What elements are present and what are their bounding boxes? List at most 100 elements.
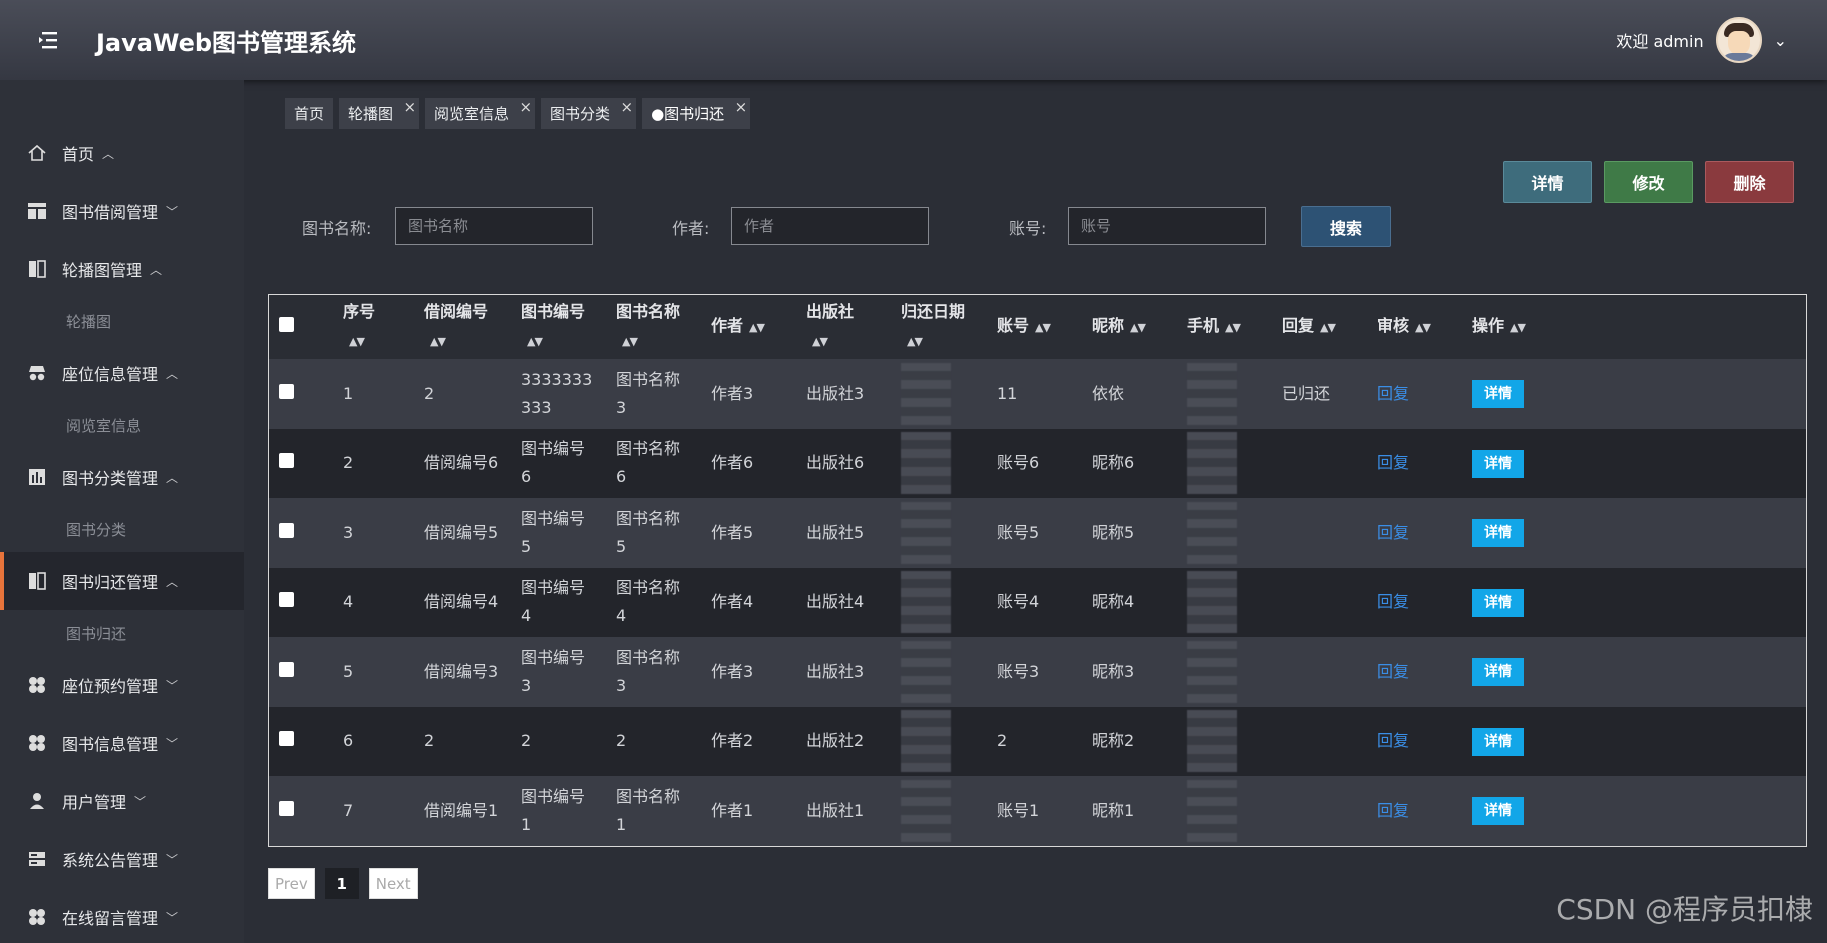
prev-page-button[interactable]: Prev [268, 868, 315, 899]
account-input[interactable] [1068, 207, 1266, 245]
sort-icon[interactable]: ▲▼ [430, 335, 446, 348]
tag-category[interactable]: 图书分类 × [541, 98, 637, 129]
sort-icon[interactable]: ▲▼ [1415, 321, 1431, 334]
reply-link[interactable]: 回复 [1377, 523, 1409, 542]
cell-publisher: 出版社5 [806, 522, 865, 542]
table-cell [1187, 498, 1282, 568]
close-icon[interactable]: × [735, 98, 748, 116]
sidebar-item-return[interactable]: 图书归还管理 ︿ [0, 552, 244, 610]
row-detail-button[interactable]: 详情 [1472, 588, 1524, 617]
sort-icon[interactable]: ▲▼ [1510, 321, 1526, 334]
sidebar-item-seat-booking[interactable]: 座位预约管理 ﹀ [0, 656, 244, 714]
reply-link[interactable]: 回复 [1377, 731, 1409, 750]
row-checkbox[interactable] [279, 383, 294, 399]
sidebar-subitem-category[interactable]: 图书分类 [0, 506, 244, 552]
sidebar-item-seat-info[interactable]: 座位信息管理 ︿ [0, 344, 244, 402]
sidebar-subitem-carousel[interactable]: 轮播图 [0, 298, 244, 344]
reply-link[interactable]: 回复 [1377, 384, 1409, 403]
header-author[interactable]: 作者 ▲▼ [711, 295, 806, 359]
reply-link[interactable]: 回复 [1377, 453, 1409, 472]
chart-icon [26, 466, 48, 488]
header-account[interactable]: 账号 ▲▼ [997, 295, 1092, 359]
row-checkbox[interactable] [279, 522, 294, 538]
search-button[interactable]: 搜索 [1301, 206, 1391, 247]
page-number-button[interactable]: 1 [324, 868, 359, 899]
sort-icon[interactable]: ▲▼ [1130, 321, 1146, 334]
sort-icon[interactable]: ▲▼ [812, 335, 828, 348]
sidebar-item-category[interactable]: 图书分类管理 ︿ [0, 448, 244, 506]
row-detail-button[interactable]: 详情 [1472, 658, 1524, 687]
row-detail-button[interactable]: 详情 [1472, 380, 1524, 409]
tag-reading-room[interactable]: 阅览室信息 × [425, 98, 536, 129]
sort-icon[interactable]: ▲▼ [1035, 321, 1051, 334]
chevron-down-icon: ﹀ [134, 794, 147, 809]
cell-publisher: 出版社2 [806, 731, 865, 751]
detail-button[interactable]: 详情 [1503, 161, 1592, 203]
close-icon[interactable]: × [620, 98, 633, 116]
cell-nickname: 昵称5 [1092, 522, 1135, 542]
next-page-button[interactable]: Next [368, 868, 418, 899]
header-borrow-no[interactable]: 借阅编号 ▲▼ [424, 295, 521, 359]
header-audit[interactable]: 审核 ▲▼ [1377, 295, 1472, 359]
sidebar-subitem-reading-room[interactable]: 阅览室信息 [0, 402, 244, 448]
chevron-down-icon: ﹀ [166, 910, 179, 925]
header-book-name[interactable]: 图书名称 ▲▼ [616, 295, 711, 359]
delete-button[interactable]: 删除 [1705, 161, 1794, 203]
sort-icon[interactable]: ▲▼ [349, 335, 365, 348]
close-icon[interactable]: × [403, 98, 416, 116]
row-checkbox[interactable] [279, 800, 294, 816]
sidebar-item-borrow[interactable]: 图书借阅管理 ﹀ [0, 182, 244, 240]
header-reply[interactable]: 回复 ▲▼ [1282, 295, 1377, 359]
book-name-input[interactable] [395, 207, 593, 245]
tag-label: 图书分类 [550, 105, 611, 123]
avatar[interactable] [1715, 17, 1762, 63]
reply-link[interactable]: 回复 [1377, 592, 1409, 611]
sidebar-item-label: 轮播图管理 [62, 261, 143, 280]
sidebar-item-book-info[interactable]: 图书信息管理 ﹀ [0, 714, 244, 772]
sort-icon[interactable]: ▲▼ [907, 335, 923, 348]
row-detail-button[interactable]: 详情 [1472, 727, 1524, 756]
tag-carousel[interactable]: 轮播图 × [339, 98, 420, 129]
user-menu[interactable]: 欢迎 admin ⌄ [1616, 0, 1787, 80]
sidebar-item-users[interactable]: 用户管理 ﹀ [0, 772, 244, 830]
sidebar-item-messages[interactable]: 在线留言管理 ﹀ [0, 888, 244, 943]
header-no[interactable]: 序号 ▲▼ [343, 295, 424, 359]
menu-toggle-icon[interactable] [0, 0, 96, 80]
header-actions[interactable]: 操作 ▲▼ [1472, 295, 1806, 359]
header-book-no[interactable]: 图书编号 ▲▼ [521, 295, 616, 359]
chevron-down-icon[interactable]: ⌄ [1774, 31, 1787, 50]
edit-button[interactable]: 修改 [1604, 161, 1693, 203]
tag-return[interactable]: ●图书归还 × [642, 98, 751, 129]
reply-link[interactable]: 回复 [1377, 801, 1409, 820]
header-nickname[interactable]: 昵称 ▲▼ [1092, 295, 1187, 359]
cell-book-name: 图书名称 6 [616, 439, 681, 487]
sidebar-item-carousel[interactable]: 轮播图管理 ︿ [0, 240, 244, 298]
sidebar-subitem-return[interactable]: 图书归还 [0, 610, 244, 656]
sort-icon[interactable]: ▲▼ [749, 321, 765, 334]
table-cell [269, 776, 343, 846]
header-phone[interactable]: 手机 ▲▼ [1187, 295, 1282, 359]
author-input[interactable] [731, 207, 929, 245]
tag-home[interactable]: 首页 [285, 98, 334, 129]
row-checkbox[interactable] [279, 661, 294, 677]
row-checkbox[interactable] [279, 592, 294, 608]
select-all-checkbox[interactable] [279, 317, 294, 332]
close-icon[interactable]: × [519, 98, 532, 116]
table-row: 1 2 3333333 333 图书名称 3 作者3 出版社3 11 依依 已归还 回复 详情 [269, 359, 1806, 429]
row-detail-button[interactable]: 详情 [1472, 449, 1524, 478]
reply-link[interactable]: 回复 [1377, 662, 1409, 681]
sidebar-item-announcement[interactable]: 系统公告管理 ﹀ [0, 830, 244, 888]
sort-icon[interactable]: ▲▼ [527, 335, 543, 348]
sort-icon[interactable]: ▲▼ [622, 335, 638, 348]
row-checkbox[interactable] [279, 453, 294, 469]
row-detail-button[interactable]: 详情 [1472, 797, 1524, 826]
sidebar-item-home[interactable]: 首页 ︿ [0, 124, 244, 182]
header-return-date[interactable]: 归还日期 ▲▼ [901, 295, 997, 359]
tag-label: 轮播图 [348, 105, 394, 123]
table-cell: 回复 [1377, 776, 1472, 846]
row-detail-button[interactable]: 详情 [1472, 519, 1524, 548]
sort-icon[interactable]: ▲▼ [1320, 321, 1336, 334]
sort-icon[interactable]: ▲▼ [1225, 321, 1241, 334]
header-publisher[interactable]: 出版社 ▲▼ [806, 295, 901, 359]
row-checkbox[interactable] [279, 731, 294, 747]
